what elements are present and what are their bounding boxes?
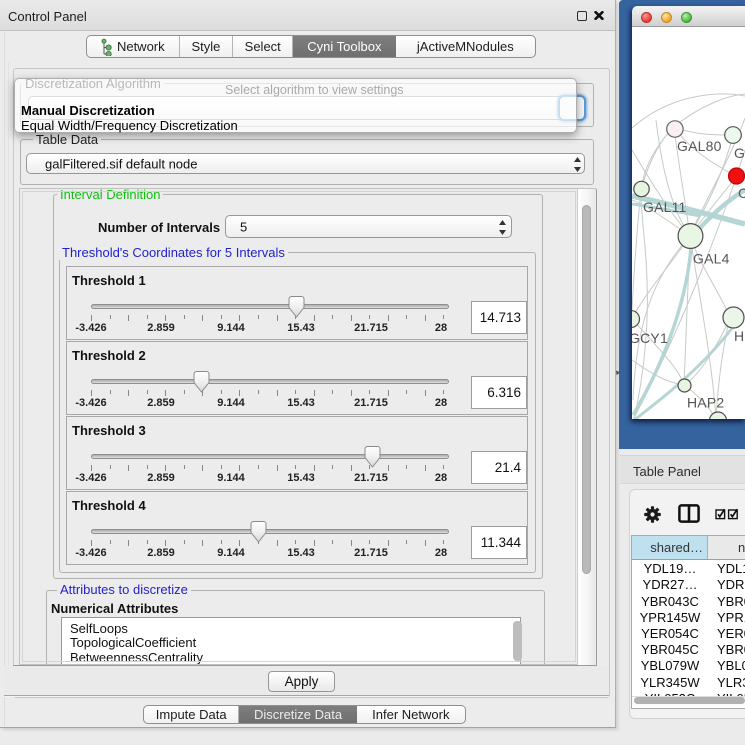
svg-text:CD: CD bbox=[738, 185, 745, 201]
svg-text:GAL4: GAL4 bbox=[693, 251, 730, 267]
svg-text:GAL1: GAL1 bbox=[734, 145, 745, 161]
svg-text:GCY1: GCY1 bbox=[632, 330, 668, 346]
svg-text:HIS: HIS bbox=[734, 328, 745, 344]
svg-text:GAL11: GAL11 bbox=[643, 199, 687, 215]
svg-text:GAL80: GAL80 bbox=[677, 138, 722, 154]
svg-text:HAP2: HAP2 bbox=[687, 395, 724, 411]
